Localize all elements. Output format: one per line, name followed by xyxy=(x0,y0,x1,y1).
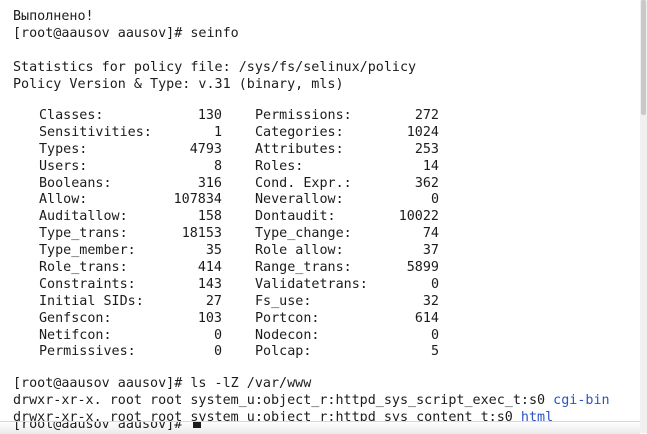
stat-value: 4793 xyxy=(189,141,222,157)
terminal-window[interactable]: Выполнено! [root@aausov aausov]# seinfo … xyxy=(0,0,640,434)
stat-name: Polcap: xyxy=(255,344,312,360)
stat-name: Classes: xyxy=(39,108,104,123)
command-prompt-seinfo: [root@aausov aausov]# seinfo xyxy=(13,26,239,41)
stat-name: Dontaudit: xyxy=(255,209,336,225)
stat-value: 0 xyxy=(430,327,439,343)
stat-value: 253 xyxy=(414,141,439,157)
stat-name: Type_member: xyxy=(39,243,136,259)
stat-value: 0 xyxy=(213,327,222,343)
stat-value: 5 xyxy=(430,344,439,360)
stat-value: 1 xyxy=(213,124,222,140)
stat-name: Genfscon: xyxy=(39,310,112,326)
stat-name: Nodecon: xyxy=(255,327,320,343)
stat-name: Neverallow: xyxy=(255,192,344,208)
stat-value: 35 xyxy=(205,243,222,259)
stat-name: Allow: xyxy=(39,192,88,208)
stat-name: Attributes: xyxy=(255,141,344,157)
stat-name: Permissions: xyxy=(255,108,352,123)
scrollbar[interactable] xyxy=(640,0,647,433)
stat-value: 316 xyxy=(197,175,222,191)
stat-name: Range_trans: xyxy=(255,260,352,276)
stat-value: 130 xyxy=(197,108,222,123)
stat-value: 74 xyxy=(422,226,439,242)
stat-name: Users: xyxy=(39,158,88,174)
stat-value: 27 xyxy=(205,293,222,309)
stat-value: 0 xyxy=(213,344,222,360)
stat-name: Roles: xyxy=(255,158,304,174)
stat-name: Categories: xyxy=(255,124,344,140)
stat-name: Role_trans: xyxy=(39,260,128,276)
stat-name: Netifcon: xyxy=(39,327,112,343)
stat-name: Type_trans: xyxy=(39,226,128,242)
output-line-done: Выполнено! xyxy=(13,9,94,24)
text-cursor xyxy=(193,422,202,428)
stat-value: 107834 xyxy=(173,192,222,208)
stats-title: Statistics for policy file: /sys/fs/seli… xyxy=(13,60,417,75)
stat-value: 158 xyxy=(197,209,222,225)
stat-value: 0 xyxy=(430,276,439,292)
stat-name: Validatetrans: xyxy=(255,276,368,292)
stat-value: 37 xyxy=(422,243,439,259)
stat-value: 362 xyxy=(414,175,439,191)
stat-value: 414 xyxy=(197,260,222,276)
stat-name: Portcon: xyxy=(255,310,320,326)
stat-name: Sensitivities: xyxy=(39,124,152,140)
stat-value: 8 xyxy=(213,158,222,174)
stat-name: Cond. Expr.: xyxy=(255,175,352,191)
stat-name: Role allow: xyxy=(255,243,344,259)
stat-name: Constraints: xyxy=(39,276,136,292)
stat-value: 103 xyxy=(197,310,222,326)
stat-name: Types: xyxy=(39,141,88,157)
stat-name: Permissives: xyxy=(39,344,136,360)
stat-name: Booleans: xyxy=(39,175,112,191)
stat-name: Type_change: xyxy=(255,226,352,242)
stat-value: 32 xyxy=(422,293,439,309)
stat-value: 614 xyxy=(414,310,439,326)
stat-name: Fs_use: xyxy=(255,293,312,309)
stat-value: 0 xyxy=(430,192,439,208)
stat-value: 1024 xyxy=(406,124,439,140)
scrollbar-thumb[interactable] xyxy=(641,0,646,115)
dir-link-cgi-bin[interactable]: cgi-bin xyxy=(553,393,609,408)
stat-name: Initial SIDs: xyxy=(39,293,144,309)
stat-value: 18153 xyxy=(181,226,222,242)
stat-name: Auditallow: xyxy=(39,209,128,225)
policy-version: Policy Version & Type: v.31 (binary, mls… xyxy=(13,77,344,92)
command-prompt-current[interactable]: [root@aausov aausov]# xyxy=(13,422,202,433)
stat-value: 272 xyxy=(414,108,439,123)
stat-value: 143 xyxy=(197,276,222,292)
ls-output-line: drwxr-xr-x. root root system_u:object_r:… xyxy=(13,393,610,408)
stat-value: 14 xyxy=(422,158,439,174)
command-prompt-ls: [root@aausov aausov]# ls -lZ /var/www xyxy=(13,376,312,391)
partial-prompt-strip: [root@aausov aausov]# xyxy=(0,421,640,434)
stat-value: 5899 xyxy=(406,260,439,276)
stat-value: 10022 xyxy=(398,209,439,225)
